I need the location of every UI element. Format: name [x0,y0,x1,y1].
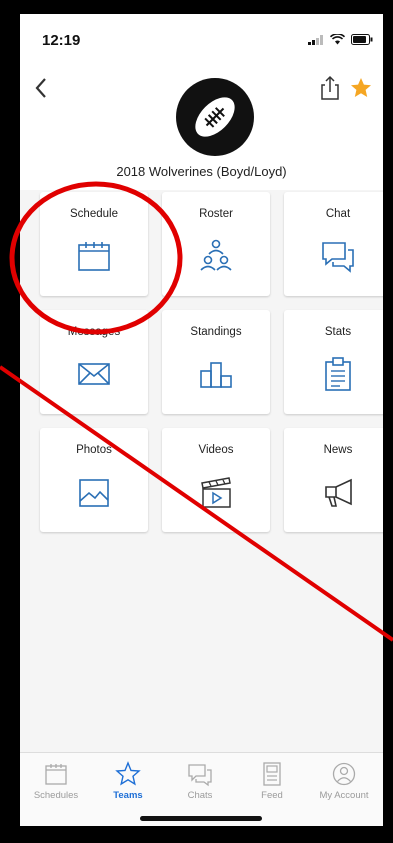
tile-messages[interactable]: Messages [40,310,148,414]
tile-label: Standings [190,326,242,338]
tab-schedules[interactable]: Schedules [20,761,92,801]
tile-schedule[interactable]: Schedule [40,192,148,296]
tile-videos[interactable]: Videos [162,428,270,532]
phone-bezel-top [0,0,393,14]
account-icon [332,762,356,786]
podium-icon [200,362,232,388]
tile-label: Chat [325,208,351,220]
tab-teams[interactable]: Teams [92,761,164,801]
tab-label: My Account [319,790,369,801]
tile-label: Roster [199,208,233,220]
tile-chat[interactable]: Chat [284,192,383,296]
app-screen: 12:19 2018 Wolverines (Boyd/Loyd) Schedu… [20,14,383,826]
tab-label: Feed [261,790,283,801]
share-icon[interactable] [319,74,341,102]
home-indicator [140,816,262,821]
tile-stats[interactable]: Stats [284,310,383,414]
calendar-icon [78,242,110,271]
football-logo [176,78,254,156]
phone-bezel-right [383,0,393,843]
status-icons [308,34,373,45]
envelope-icon [78,363,110,385]
tab-label: Chats [187,790,213,801]
chat-bubbles-icon [322,242,354,273]
calendar-icon [45,764,67,785]
phone-bezel-left [0,0,20,843]
status-bar: 12:19 [20,14,383,60]
tab-label: Schedules [33,790,79,801]
tab-my-account[interactable]: My Account [308,761,380,801]
megaphone-icon [325,478,352,507]
chat-bubbles-icon [188,764,212,787]
status-time: 12:19 [42,32,81,49]
battery-icon [351,34,373,45]
tab-chats[interactable]: Chats [164,761,236,801]
tile-news[interactable]: News [284,428,383,532]
tile-label: News [323,444,353,456]
people-icon [200,239,232,271]
clipboard-icon [325,357,351,391]
team-header: 2018 Wolverines (Boyd/Loyd) [20,60,383,190]
star-icon[interactable] [349,76,373,100]
tab-feed[interactable]: Feed [236,761,308,801]
phone-bezel-bottom [0,826,393,843]
tile-label: Schedule [70,208,118,220]
wifi-icon [330,34,345,45]
star-outline-icon [115,761,141,786]
back-chevron-icon[interactable] [30,74,54,102]
clapperboard-icon [201,477,231,508]
tab-label: Teams [113,790,143,801]
tile-label: Videos [198,444,234,456]
feed-icon [263,762,281,786]
signal-icon [308,34,323,45]
tile-standings[interactable]: Standings [162,310,270,414]
tile-label: Photos [76,444,112,456]
team-name: 2018 Wolverines (Boyd/Loyd) [116,164,287,179]
tile-label: Stats [324,326,352,338]
tile-label: Messages [67,326,121,338]
bottom-tab-bar: Schedules Teams Chats Feed My Account [20,752,383,826]
tile-roster[interactable]: Roster [162,192,270,296]
tile-photos[interactable]: Photos [40,428,148,532]
photo-icon [79,479,109,507]
